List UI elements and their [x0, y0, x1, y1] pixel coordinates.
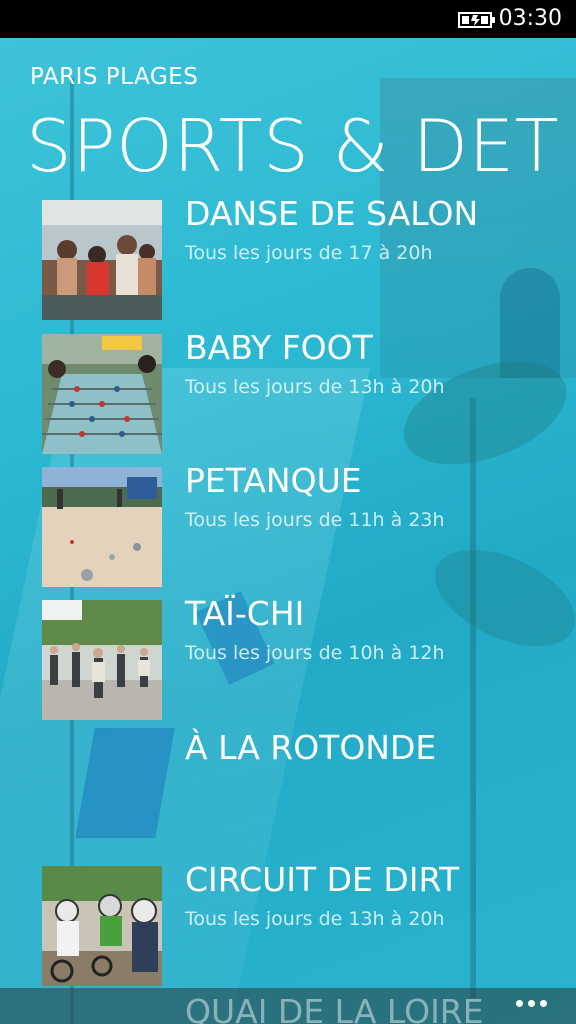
- table-football-thumbnail: [42, 334, 162, 454]
- item-title: CIRCUIT DE DIRT: [185, 860, 460, 899]
- item-title: TAÏ-CHI: [185, 594, 305, 633]
- petanque-thumbnail: [42, 467, 162, 587]
- screen: 03:30 PARIS PLAGES SPORTS & DET DANSE DE…: [0, 0, 576, 1024]
- item-title: BABY FOOT: [185, 328, 373, 367]
- dirt-bike-thumbnail: [42, 866, 162, 986]
- list-item[interactable]: CIRCUIT DE DIRT Tous les jours de 13h à …: [42, 860, 562, 988]
- list-item[interactable]: PETANQUE Tous les jours de 11h à 23h: [42, 461, 562, 589]
- list-item[interactable]: DANSE DE SALON Tous les jours de 17 à 20…: [42, 194, 562, 322]
- activity-list: DANSE DE SALON Tous les jours de 17 à 20…: [0, 0, 576, 1024]
- item-title-peek[interactable]: QUAI DE LA LOIRE: [185, 992, 484, 1024]
- item-schedule: Tous les jours de 13h à 20h: [185, 908, 445, 930]
- item-title: À LA ROTONDE: [185, 728, 437, 767]
- item-schedule: Tous les jours de 10h à 12h: [185, 642, 445, 664]
- list-item[interactable]: TAÏ-CHI Tous les jours de 10h à 12h: [42, 594, 562, 722]
- list-item-section[interactable]: À LA ROTONDE: [42, 728, 562, 856]
- more-ellipsis-icon[interactable]: [512, 992, 552, 1012]
- item-title: PETANQUE: [185, 461, 362, 500]
- item-schedule: Tous les jours de 13h à 20h: [185, 376, 445, 398]
- item-title: DANSE DE SALON: [185, 194, 479, 233]
- tai-chi-thumbnail: [42, 600, 162, 720]
- ballroom-dance-thumbnail: [42, 200, 162, 320]
- item-schedule: Tous les jours de 11h à 23h: [185, 509, 445, 531]
- application-bar: QUAI DE LA LOIRE: [0, 988, 576, 1024]
- item-schedule: Tous les jours de 17 à 20h: [185, 242, 433, 264]
- list-item[interactable]: BABY FOOT Tous les jours de 13h à 20h: [42, 328, 562, 456]
